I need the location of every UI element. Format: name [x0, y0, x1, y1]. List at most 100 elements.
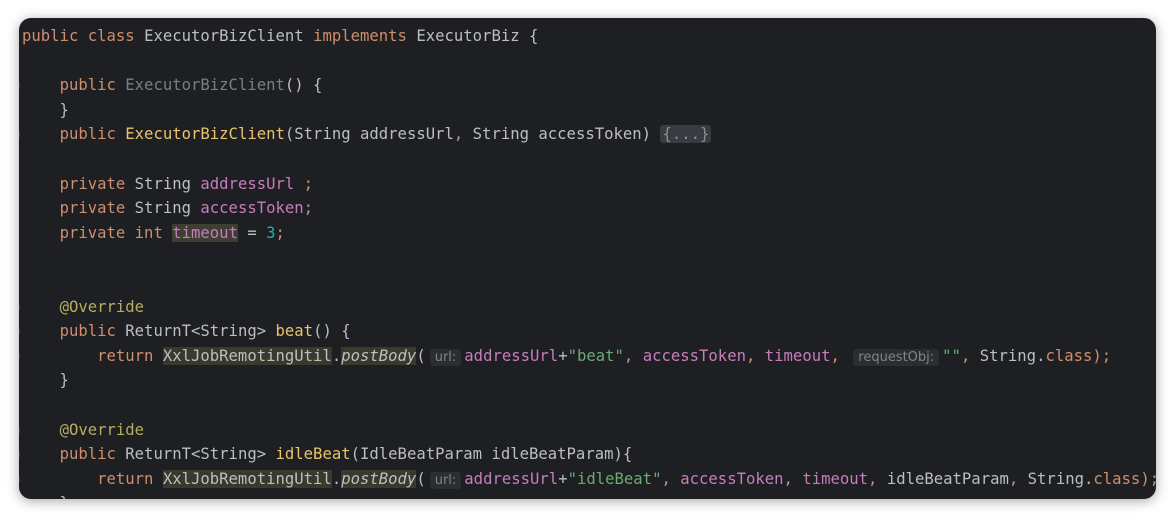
code-line[interactable] [22, 147, 1156, 172]
folded-code-block[interactable]: {...} [660, 125, 712, 144]
code-token: "beat" [567, 346, 624, 365]
code-token: @Override [59, 420, 145, 439]
code-line[interactable] [22, 270, 1156, 295]
code-token: accessToken [200, 199, 304, 218]
code-token: accessToken [680, 469, 784, 488]
code-editor-window: public class ExecutorBizClient implement… [19, 18, 1156, 499]
code-line[interactable]: public class ExecutorBizClient implement… [22, 24, 1156, 49]
code-line[interactable]: } [22, 368, 1156, 393]
gutter-fold-marker[interactable] [19, 131, 20, 139]
gutter-fold-marker[interactable] [19, 451, 20, 459]
code-token: ); [1092, 346, 1112, 365]
code-token: public [59, 76, 126, 95]
code-token: private [59, 199, 135, 218]
code-token: "idleBeat" [567, 469, 662, 488]
code-token: class [1093, 469, 1141, 488]
code-token: , [453, 125, 473, 144]
code-line[interactable]: public ReturnT<String> beat() { [19, 319, 1156, 344]
code-token: ( [416, 469, 426, 488]
code-token: return [97, 469, 163, 488]
code-token: String. [1027, 469, 1094, 488]
code-token: , [623, 346, 643, 365]
code-token: () { [313, 322, 351, 341]
code-token: int [134, 223, 173, 242]
code-token: public [22, 27, 88, 45]
code-line[interactable]: @Override [19, 418, 1156, 443]
parameter-hint: requestObj: [853, 348, 940, 366]
code-token: ; [275, 223, 285, 242]
gutter-fold-marker[interactable] [19, 328, 20, 336]
code-token: idleBeat [275, 445, 351, 464]
code-token: postBody [341, 346, 417, 365]
code-token: , [830, 346, 850, 365]
code-token: public [59, 445, 126, 464]
code-line[interactable]: @Override [19, 295, 1156, 320]
code-token: = [237, 223, 267, 242]
code-token: timeout [802, 469, 869, 488]
code-token: String accessToken) [472, 125, 661, 144]
code-line[interactable]: return XxlJobRemotingUtil.postBody(url: a… [19, 467, 1156, 492]
code-line[interactable]: } [22, 98, 1156, 123]
code-line[interactable]: public ReturnT<String> idleBeat(IdleBeat… [19, 442, 1156, 467]
gutter-fold-marker[interactable] [19, 352, 20, 360]
code-token: String. [979, 346, 1046, 365]
code-line[interactable] [22, 393, 1156, 418]
code-token: addressUrl [464, 469, 559, 488]
code-line[interactable]: private String accessToken; [22, 196, 1156, 221]
code-token: , [960, 346, 980, 365]
code-token: accessToken [642, 346, 746, 365]
code-line[interactable]: public ExecutorBizClient() { [19, 73, 1156, 98]
gutter-fold-marker[interactable] [19, 303, 20, 311]
code-line[interactable] [22, 245, 1156, 270]
code-token: , [783, 469, 803, 488]
code-token: , [745, 346, 765, 365]
code-token: ); [1140, 469, 1156, 488]
gutter-fold-marker[interactable] [19, 82, 20, 90]
gutter-fold-marker[interactable] [19, 426, 20, 434]
code-token: return [97, 346, 163, 365]
code-token: 3 [266, 223, 276, 242]
code-line[interactable]: return XxlJobRemotingUtil.postBody(url: a… [19, 344, 1156, 369]
code-token: public [59, 322, 126, 341]
code-token: ; [303, 174, 314, 193]
parameter-hint: url: [429, 348, 462, 366]
code-token: ReturnT<String> [125, 322, 276, 341]
code-token: postBody [341, 469, 417, 488]
code-token: class [87, 27, 145, 45]
code-token: ( [416, 346, 426, 365]
code-token: XxlJobRemotingUtil [162, 469, 332, 488]
gutter-fold-marker[interactable] [19, 475, 20, 483]
code-line[interactable]: private int timeout = 3; [22, 221, 1156, 246]
code-token: timeout [172, 223, 238, 242]
code-line[interactable] [22, 49, 1156, 74]
code-token: ExecutorBizClient [125, 125, 285, 144]
code-token: @Override [59, 297, 145, 316]
code-token: public [59, 125, 126, 144]
code-token: (String addressUrl [284, 125, 454, 144]
code-token: ExecutorBizClient [125, 76, 285, 95]
code-line[interactable]: public ExecutorBizClient(String addressU… [19, 122, 1156, 147]
code-token: ReturnT<String> [125, 445, 276, 464]
code-token: , [1008, 469, 1028, 488]
code-token: () { [284, 76, 323, 95]
code-area[interactable]: public class ExecutorBizClient implement… [19, 24, 1156, 499]
code-token: , [868, 469, 887, 488]
code-token: addressUrl [200, 174, 304, 193]
code-token: idleBeatParam [886, 469, 1009, 488]
code-token: class [1045, 346, 1093, 365]
code-line[interactable]: } [22, 491, 1156, 499]
code-token: } [22, 100, 69, 119]
code-token: . [331, 346, 342, 365]
code-line[interactable]: private String addressUrl ; [22, 172, 1156, 197]
code-token: String [134, 174, 201, 193]
